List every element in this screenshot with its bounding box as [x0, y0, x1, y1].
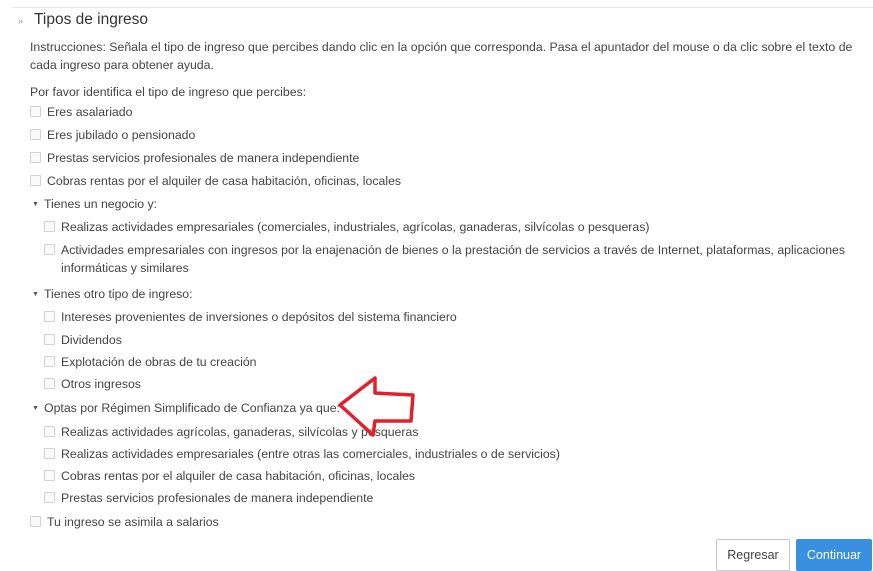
annotation-arrow-icon: [338, 376, 415, 437]
option-label[interactable]: Actividades empresariales con ingresos p…: [61, 241, 854, 277]
option-label[interactable]: Eres jubilado o pensionado: [47, 126, 195, 144]
checkbox[interactable]: [44, 311, 55, 322]
option-otros-ingresos[interactable]: Otros ingresos: [44, 375, 141, 393]
checkbox[interactable]: [30, 129, 41, 140]
group-negocio-toggle[interactable]: ▼ Tienes un negocio y:: [32, 197, 157, 211]
checkbox[interactable]: [44, 448, 55, 459]
checkbox[interactable]: [44, 492, 55, 503]
checkbox[interactable]: [30, 152, 41, 163]
group-resico-toggle[interactable]: ▼ Optas por Régimen Simplificado de Conf…: [32, 401, 340, 415]
option-label[interactable]: Cobras rentas por el alquiler de casa ha…: [47, 172, 401, 190]
checkbox[interactable]: [44, 334, 55, 345]
section-title: Tipos de ingreso: [34, 11, 149, 28]
option-plataformas-digitales[interactable]: Actividades empresariales con ingresos p…: [44, 241, 854, 277]
option-eres-asalariado[interactable]: Eres asalariado: [30, 103, 132, 121]
group-label[interactable]: Tienes otro tipo de ingreso:: [44, 287, 193, 301]
option-resico-empresariales[interactable]: Realizas actividades empresariales (entr…: [44, 445, 560, 463]
section-divider: [12, 7, 873, 8]
option-label[interactable]: Tu ingreso se asimila a salarios: [47, 513, 219, 531]
checkbox[interactable]: [44, 356, 55, 367]
option-label[interactable]: Prestas servicios profesionales de maner…: [61, 489, 373, 507]
option-label[interactable]: Intereses provenientes de inversiones o …: [61, 308, 457, 326]
section-header[interactable]: » Tipos de ingreso: [18, 11, 148, 29]
collapse-icon[interactable]: »: [18, 16, 28, 26]
checkbox[interactable]: [44, 426, 55, 437]
caret-down-icon[interactable]: ▼: [32, 291, 41, 298]
back-button[interactable]: Regresar: [716, 539, 790, 571]
caret-down-icon[interactable]: ▼: [32, 201, 41, 208]
checkbox[interactable]: [44, 470, 55, 481]
prompt-text: Por favor identifica el tipo de ingreso …: [30, 85, 307, 99]
option-label[interactable]: Explotación de obras de tu creación: [61, 353, 257, 371]
option-label[interactable]: Cobras rentas por el alquiler de casa ha…: [61, 467, 415, 485]
option-obras[interactable]: Explotación de obras de tu creación: [44, 353, 257, 371]
group-label[interactable]: Tienes un negocio y:: [44, 197, 157, 211]
option-servicios-profesionales[interactable]: Prestas servicios profesionales de maner…: [30, 149, 359, 167]
option-dividendos[interactable]: Dividendos: [44, 331, 122, 349]
checkbox[interactable]: [30, 106, 41, 117]
checkbox[interactable]: [44, 378, 55, 389]
instructions-text: Instrucciones: Señala el tipo de ingreso…: [30, 40, 853, 72]
checkbox[interactable]: [30, 516, 41, 527]
option-label[interactable]: Otros ingresos: [61, 375, 141, 393]
checkbox[interactable]: [44, 244, 55, 255]
checkbox[interactable]: [44, 221, 55, 232]
continue-button[interactable]: Continuar: [796, 539, 872, 571]
option-label[interactable]: Realizas actividades empresariales (entr…: [61, 445, 560, 463]
option-intereses[interactable]: Intereses provenientes de inversiones o …: [44, 308, 457, 326]
option-label[interactable]: Dividendos: [61, 331, 122, 349]
option-rentas[interactable]: Cobras rentas por el alquiler de casa ha…: [30, 172, 401, 190]
option-eres-jubilado[interactable]: Eres jubilado o pensionado: [30, 126, 195, 144]
caret-down-icon[interactable]: ▼: [32, 405, 41, 412]
group-otro-ingreso-toggle[interactable]: ▼ Tienes otro tipo de ingreso:: [32, 287, 193, 301]
group-label[interactable]: Optas por Régimen Simplificado de Confia…: [44, 401, 340, 415]
option-resico-servicios[interactable]: Prestas servicios profesionales de maner…: [44, 489, 373, 507]
option-actividades-empresariales[interactable]: Realizas actividades empresariales (come…: [44, 218, 649, 236]
option-resico-rentas[interactable]: Cobras rentas por el alquiler de casa ha…: [44, 467, 415, 485]
option-asimila-salarios[interactable]: Tu ingreso se asimila a salarios: [30, 513, 219, 531]
option-label[interactable]: Eres asalariado: [47, 103, 132, 121]
checkbox[interactable]: [30, 175, 41, 186]
option-label[interactable]: Prestas servicios profesionales de maner…: [47, 149, 359, 167]
option-label[interactable]: Realizas actividades empresariales (come…: [61, 218, 649, 236]
